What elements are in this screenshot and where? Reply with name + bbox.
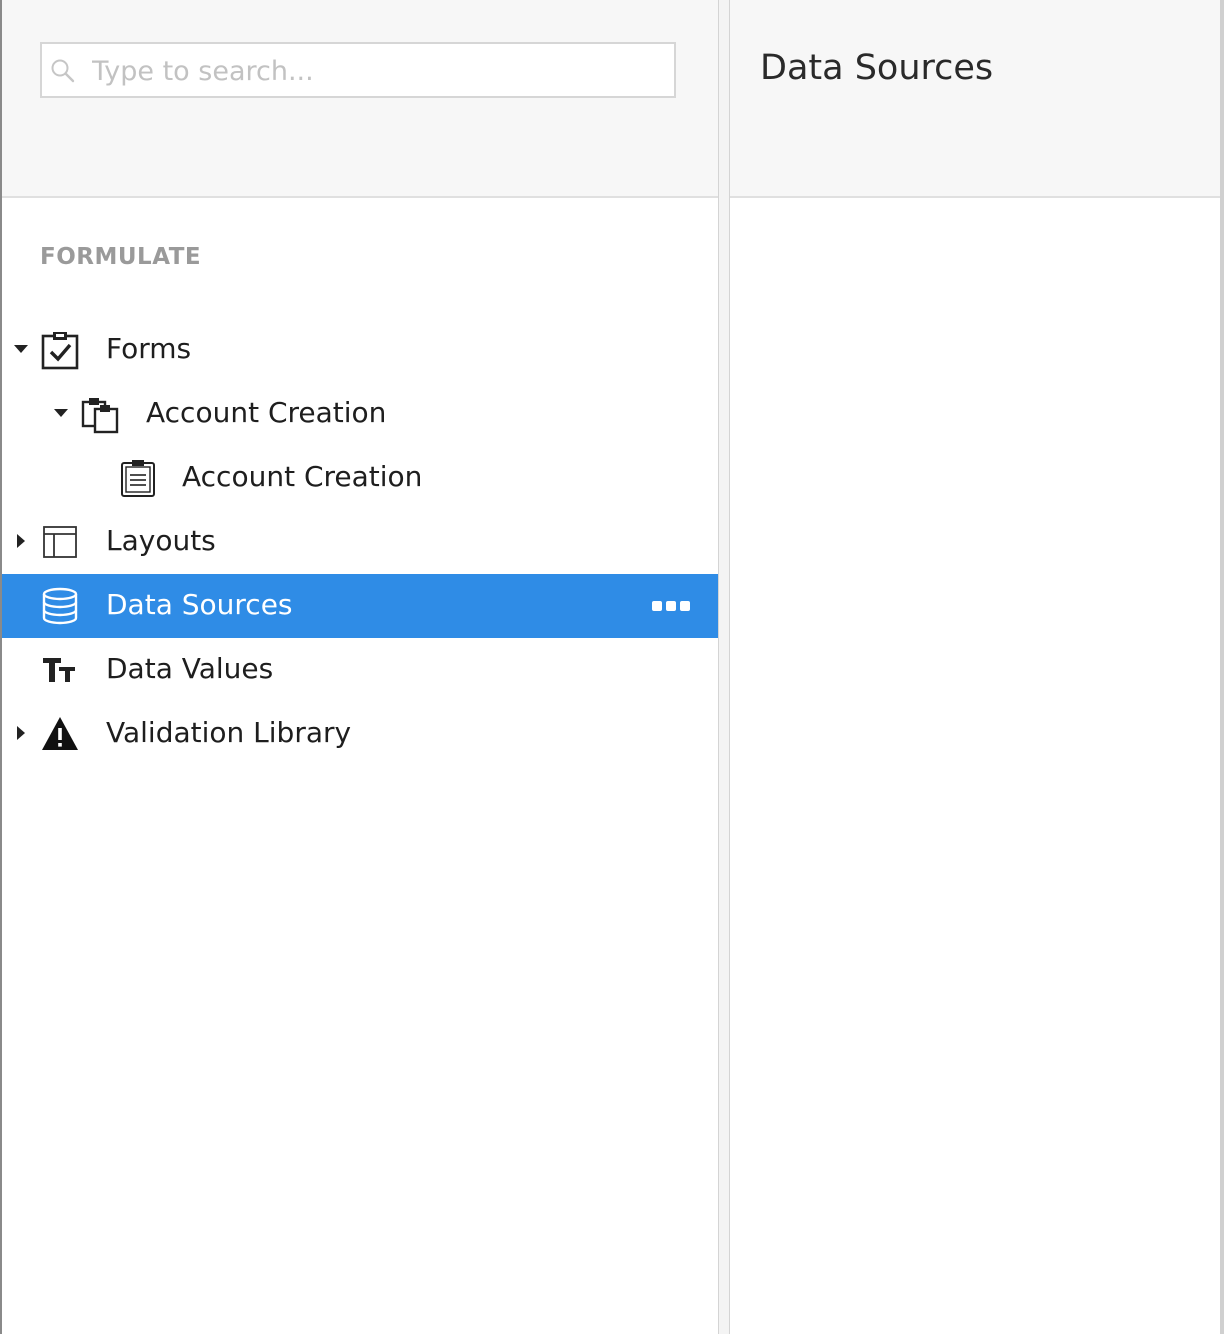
sidebar-header [2, 0, 718, 198]
main-panel: Data Sources [730, 0, 1220, 1334]
tree-item-forms[interactable]: Forms [2, 318, 718, 382]
tree-item-data-values[interactable]: Data Values [2, 638, 718, 702]
panel-divider[interactable] [718, 0, 730, 1334]
chevron-right-icon[interactable] [12, 532, 30, 550]
search-box[interactable] [40, 42, 676, 98]
tree-item-account-creation-group[interactable]: Account Creation [2, 382, 718, 446]
tree-item-label: Validation Library [106, 716, 352, 749]
tree-item-label: Account Creation [146, 396, 387, 429]
page-title: Data Sources [760, 48, 994, 88]
clipboard-stack-icon [81, 398, 119, 434]
tree-item-label: Layouts [106, 524, 216, 557]
search-input[interactable] [90, 50, 664, 92]
warning-icon [42, 717, 78, 750]
layout-icon [43, 526, 77, 558]
tree-item-data-sources[interactable]: Data Sources [2, 574, 718, 638]
search-icon [51, 59, 75, 83]
database-icon [42, 587, 78, 625]
tree-item-validation-library[interactable]: Validation Library [2, 702, 718, 766]
section-title: FORMULATE [40, 244, 202, 270]
tree-item-account-creation-form[interactable]: Account Creation [2, 446, 718, 510]
tree-item-label: Data Values [106, 652, 274, 685]
more-dots-icon[interactable] [652, 601, 692, 611]
sidebar: FORMULATE Forms Account Creation [2, 0, 718, 1334]
chevron-down-icon[interactable] [12, 340, 30, 358]
tree-item-label: Data Sources [106, 588, 293, 621]
main-header: Data Sources [730, 0, 1220, 198]
tree-item-label: Forms [106, 332, 192, 365]
window-border-right [1220, 0, 1224, 1334]
clipboard-check-icon [41, 332, 79, 370]
tree-item-layouts[interactable]: Layouts [2, 510, 718, 574]
clipboard-document-icon [121, 460, 155, 497]
tree-item-label: Account Creation [182, 460, 423, 493]
chevron-right-icon[interactable] [12, 724, 30, 742]
chevron-down-icon[interactable] [52, 404, 70, 422]
text-size-icon [43, 658, 75, 682]
